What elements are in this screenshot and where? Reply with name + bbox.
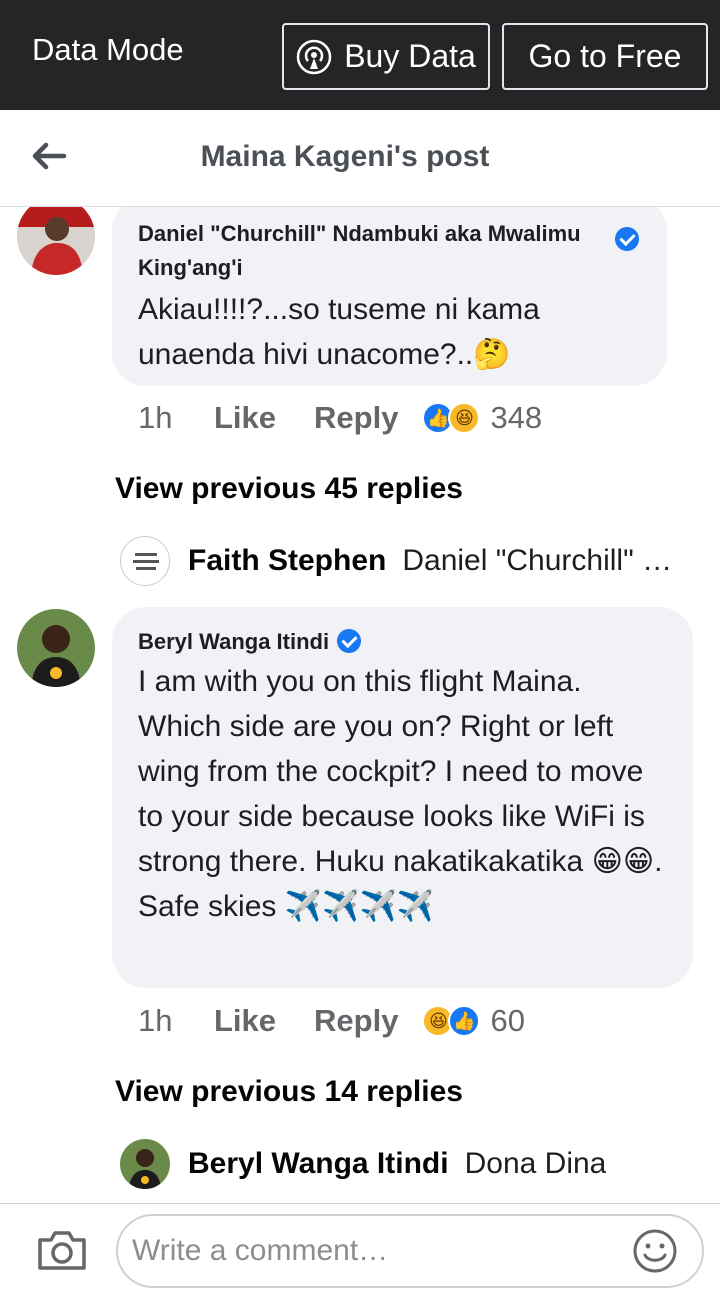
haha-icon: 😆 (448, 402, 481, 434)
avatar-beryl[interactable] (17, 609, 95, 687)
comment-text: Akiau!!!!?...so tuseme ni kama unaenda h… (138, 293, 540, 371)
comment-actions: 1h Like Reply 👍 😆 348 (138, 400, 542, 436)
comment-time: 1h (138, 1003, 173, 1038)
data-mode-label: Data Mode (32, 32, 184, 67)
emoji-icon[interactable] (632, 1228, 678, 1274)
reply-button[interactable]: Reply (314, 1003, 398, 1039)
broadcast-icon (296, 39, 332, 74)
reactions[interactable]: 👍 😆 (422, 402, 481, 434)
comment-bubble[interactable]: Beryl Wanga Itindi I am with you on this… (112, 607, 693, 988)
page-title: Maina Kageni's post (200, 140, 490, 173)
avatar-faith (120, 536, 170, 586)
avatar-image (133, 553, 159, 570)
like-icon: 👍 (448, 1005, 481, 1037)
author-name[interactable]: Daniel "Churchill" Ndambuki aka Mwalimu … (138, 221, 581, 280)
comment-time: 1h (138, 400, 173, 435)
avatar-image (17, 609, 95, 687)
comment-placeholder: Write a comment… (132, 1234, 389, 1267)
reaction-count: 60 (490, 1003, 525, 1038)
buy-data-button[interactable]: Buy Data (282, 23, 490, 90)
data-mode-bar: Data Mode Buy Data Go to Free (0, 0, 720, 110)
comment-bubble[interactable]: Daniel "Churchill" Ndambuki aka Mwalimu … (112, 207, 667, 386)
reply-button[interactable]: Reply (314, 400, 398, 436)
reply-preview: Dona Dina (464, 1147, 607, 1180)
view-previous-replies[interactable]: View previous 45 replies (115, 472, 463, 506)
reactions[interactable]: 😆 👍 (422, 1005, 481, 1037)
comment-text: I am with you on this flight Maina. Whic… (138, 665, 663, 923)
reply-author[interactable]: Faith Stephen (188, 544, 386, 578)
buy-data-label: Buy Data (344, 38, 476, 74)
reply-author[interactable]: Beryl Wanga Itindi (188, 1147, 449, 1181)
post-header: Maina Kageni's post (0, 110, 720, 207)
avatar-image (17, 207, 95, 275)
reply-preview: Daniel "Churchill" Ndambuki aka Mwalimu … (402, 544, 680, 577)
go-to-free-button[interactable]: Go to Free (502, 23, 708, 90)
latest-reply[interactable]: Faith Stephen Daniel "Churchill" Ndambuk… (120, 536, 680, 586)
verified-badge-icon (615, 227, 639, 251)
avatar-image (120, 1139, 170, 1189)
avatar-beryl-small (120, 1139, 170, 1189)
author-name[interactable]: Beryl Wanga Itindi (138, 629, 329, 654)
comment-actions: 1h Like Reply 😆 👍 60 (138, 1003, 525, 1039)
camera-icon[interactable] (36, 1228, 88, 1272)
like-button[interactable]: Like (214, 400, 276, 436)
view-previous-replies[interactable]: View previous 14 replies (115, 1075, 463, 1109)
go-to-free-label: Go to Free (528, 38, 682, 74)
latest-reply[interactable]: Beryl Wanga Itindi Dona Dina (120, 1139, 680, 1189)
reaction-count: 348 (490, 400, 543, 435)
verified-badge-icon (337, 629, 362, 653)
comment-input[interactable]: Write a comment… (116, 1214, 704, 1288)
comment-author[interactable]: Daniel "Churchill" Ndambuki aka Mwalimu … (138, 217, 618, 285)
comments-feed[interactable]: Daniel "Churchill" Ndambuki aka Mwalimu … (0, 207, 720, 1203)
comment-author[interactable]: Beryl Wanga Itindi (138, 625, 667, 659)
like-button[interactable]: Like (214, 1003, 276, 1039)
avatar-daniel[interactable] (17, 207, 95, 275)
comment-composer: Write a comment… (0, 1203, 720, 1291)
